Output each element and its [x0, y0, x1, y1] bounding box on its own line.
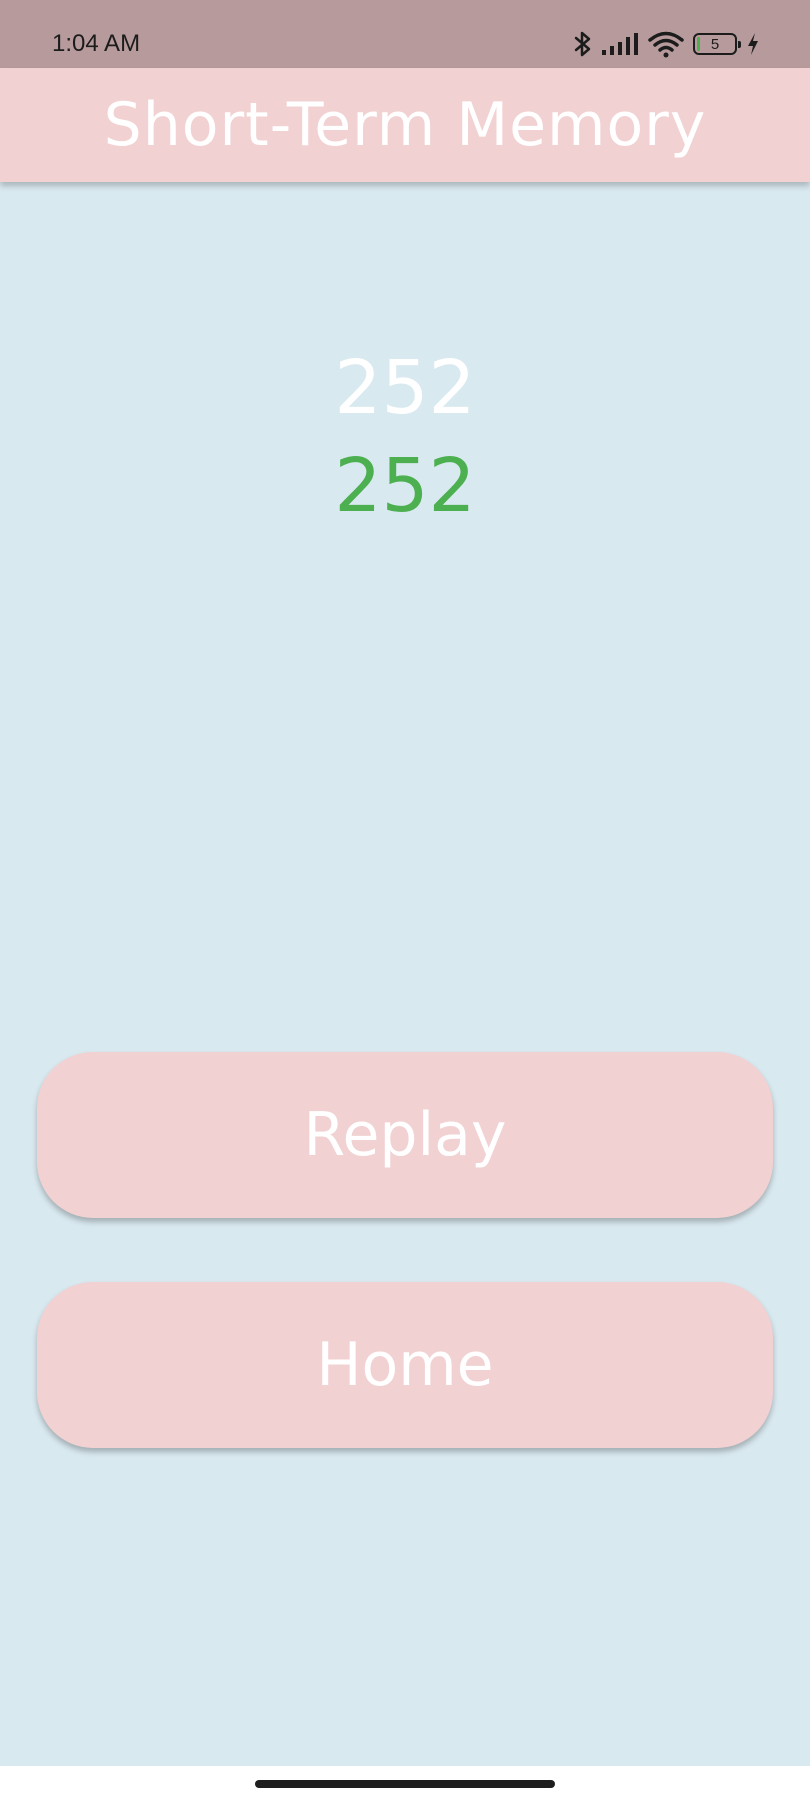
charging-icon [746, 32, 760, 56]
app-bar: Short-Term Memory [0, 68, 810, 182]
battery-level-text: 5 [710, 35, 720, 53]
home-indicator[interactable] [255, 1780, 555, 1788]
wifi-icon [648, 30, 684, 58]
status-icons: 5 [574, 26, 760, 62]
battery-icon: 5 [693, 33, 741, 55]
home-button[interactable]: Home [37, 1282, 773, 1448]
entered-number: 252 [334, 443, 476, 529]
status-bar: 1:04 AM 5 [0, 0, 810, 68]
status-time: 1:04 AM [52, 30, 141, 57]
replay-button[interactable]: Replay [37, 1052, 773, 1218]
bluetooth-icon [574, 30, 592, 58]
battery-level-fill [697, 37, 700, 51]
target-number: 252 [334, 345, 476, 431]
signal-icon [601, 32, 639, 56]
app-title: Short-Term Memory [103, 90, 707, 160]
